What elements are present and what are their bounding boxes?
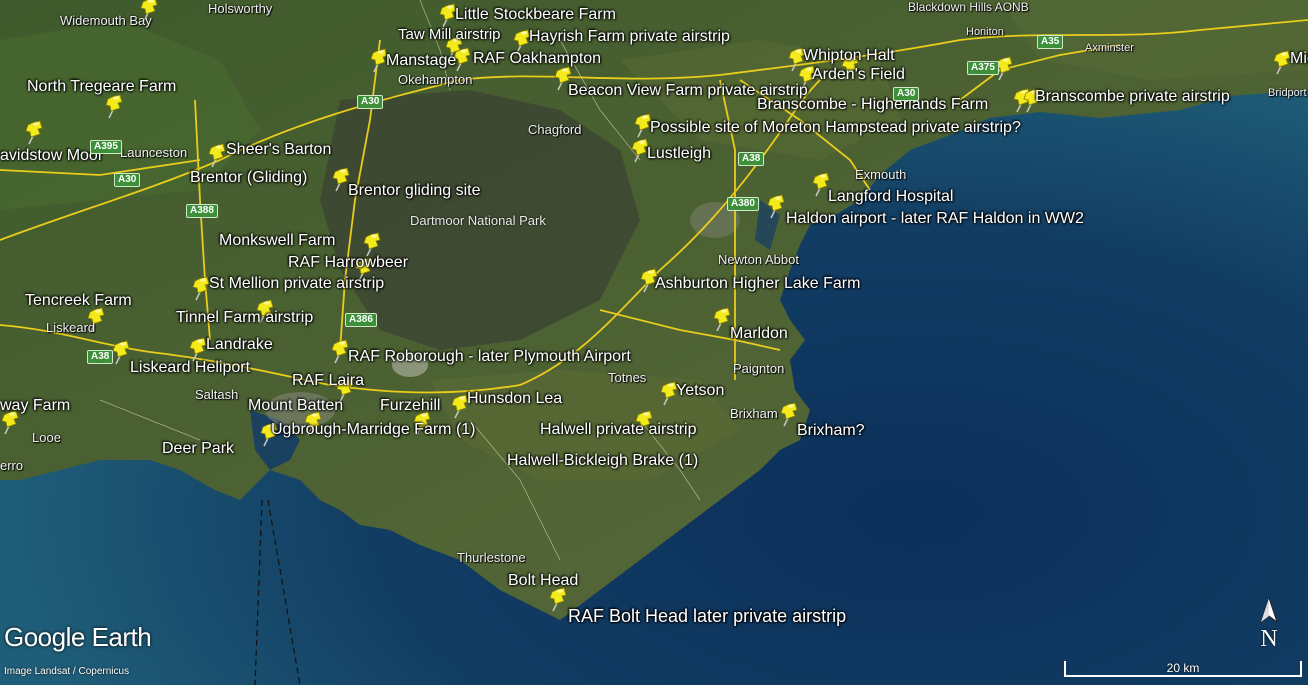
town-label: Holsworthy: [208, 1, 273, 16]
pin-label[interactable]: Liskeard Heliport: [130, 359, 250, 377]
pin-label[interactable]: Tinnel Farm airstrip: [176, 309, 313, 327]
pin-label[interactable]: Arden's Field: [812, 66, 905, 84]
pin-label[interactable]: Haldon airport - later RAF Haldon in WW2: [786, 210, 1084, 228]
pin-label[interactable]: Brentor gliding site: [348, 182, 481, 200]
pin-label[interactable]: Taw Mill airstrip: [398, 26, 501, 44]
pushpin-icon[interactable]: [25, 119, 45, 145]
town-label: Brixham: [730, 406, 778, 421]
pin-label[interactable]: Lustleigh: [647, 145, 711, 163]
pin-label[interactable]: Little Stockbeare Farm: [455, 6, 616, 24]
pin-label[interactable]: Ugbrough-Marridge Farm (1): [271, 421, 476, 439]
town-label: Axminster: [1085, 42, 1134, 54]
pin-label[interactable]: Deer Park: [162, 440, 234, 458]
pin-label[interactable]: Furzehill: [380, 397, 440, 415]
pin-label[interactable]: Brentor (Gliding): [190, 169, 307, 187]
pin-label[interactable]: Mount Batten: [248, 397, 343, 415]
pin-label[interactable]: Halwell private airstrip: [540, 421, 697, 439]
pin-label[interactable]: Ashburton Higher Lake Farm: [655, 275, 860, 293]
town-label: Looe: [32, 430, 61, 445]
town-label: Exmouth: [855, 167, 907, 182]
town-label: Newton Abbot: [718, 252, 799, 267]
town-label: avidstow Moor: [0, 147, 104, 164]
pushpin-icon[interactable]: [208, 142, 228, 168]
pin-label[interactable]: way Farm: [0, 397, 70, 415]
north-arrow-icon[interactable]: N: [1255, 596, 1283, 656]
imagery-credit: Image Landsat / Copernicus: [4, 666, 130, 677]
pin-label[interactable]: Mic: [1290, 50, 1308, 68]
pin-label[interactable]: Sheer's Barton: [226, 141, 331, 159]
road-shield: A30: [893, 87, 920, 101]
pin-label[interactable]: Yetson: [676, 382, 724, 400]
scale-bar: 20 km: [1064, 660, 1302, 678]
pin-label[interactable]: Hunsdon Lea: [467, 390, 562, 408]
town-label: Totnes: [608, 370, 647, 385]
pin-label[interactable]: RAF Bolt Head later private airstrip: [568, 606, 846, 626]
town-label: Widemouth Bay: [60, 13, 152, 28]
north-label: N: [1260, 626, 1278, 652]
town-label: Honiton: [966, 26, 1004, 38]
pin-label[interactable]: Hayrish Farm private airstrip: [529, 28, 730, 46]
road-shield: A375: [967, 61, 999, 75]
town-label: Thurlestone: [457, 550, 526, 565]
road-shield: A395: [90, 140, 122, 154]
town-label: Bridport: [1268, 87, 1307, 99]
park-label: Dartmoor National Park: [410, 213, 546, 228]
pin-label[interactable]: Whipton Halt: [803, 47, 895, 65]
pin-label[interactable]: Possible site of Moreton Hampstead priva…: [650, 119, 1021, 137]
pin-label[interactable]: Landrake: [206, 336, 273, 354]
town-label: Okehampton: [398, 72, 473, 87]
pin-label[interactable]: Monkswell Farm: [219, 232, 335, 250]
road-shield: A30: [357, 95, 384, 109]
pin-label[interactable]: RAF Laira: [292, 372, 364, 390]
pin-label[interactable]: Branscombe - Higherlands Farm: [757, 96, 988, 114]
pushpin-icon[interactable]: [105, 93, 125, 119]
road-shield: A30: [114, 173, 141, 187]
road-shield: A388: [186, 204, 218, 218]
road-shield: A38: [738, 152, 765, 166]
pin-label[interactable]: Brixham?: [797, 422, 865, 440]
pin-label[interactable]: Bolt Head: [508, 572, 578, 590]
town-label: Saltash: [195, 387, 239, 402]
town-label: erro: [0, 458, 24, 473]
pin-label[interactable]: Marldon: [730, 325, 788, 343]
pin-label[interactable]: RAF Oakhampton: [473, 50, 601, 68]
pin-label[interactable]: Branscombe private airstrip: [1035, 88, 1230, 106]
pin-label[interactable]: Tencreek Farm: [25, 292, 132, 310]
pin-label[interactable]: Halwell-Bickleigh Brake (1): [507, 452, 698, 470]
scale-label: 20 km: [1166, 661, 1200, 675]
pushpin-icon[interactable]: [112, 339, 132, 365]
pin-label[interactable]: St Mellion private airstrip: [209, 275, 384, 293]
road-shield: A380: [727, 197, 759, 211]
town-label: Paignton: [733, 361, 785, 376]
town-label: Blackdown Hills AONB: [908, 0, 1029, 14]
pin-label[interactable]: North Tregeare Farm: [27, 78, 176, 96]
road-shield: A35: [1037, 35, 1064, 49]
town-label: Launceston: [120, 145, 188, 160]
pin-label[interactable]: RAF Roborough - later Plymouth Airport: [348, 348, 631, 366]
road-shield: A38: [87, 350, 114, 364]
pin-label[interactable]: Langford Hospital: [828, 188, 953, 206]
pin-label[interactable]: RAF Harrowbeer: [288, 254, 408, 272]
pin-label[interactable]: Manstage: [386, 52, 456, 70]
pushpin-icon[interactable]: [767, 193, 787, 219]
town-label: Liskeard: [46, 320, 96, 335]
google-earth-logo: Google Earth: [4, 622, 152, 652]
road-shield: A386: [345, 313, 377, 327]
town-label: Chagford: [528, 122, 582, 137]
